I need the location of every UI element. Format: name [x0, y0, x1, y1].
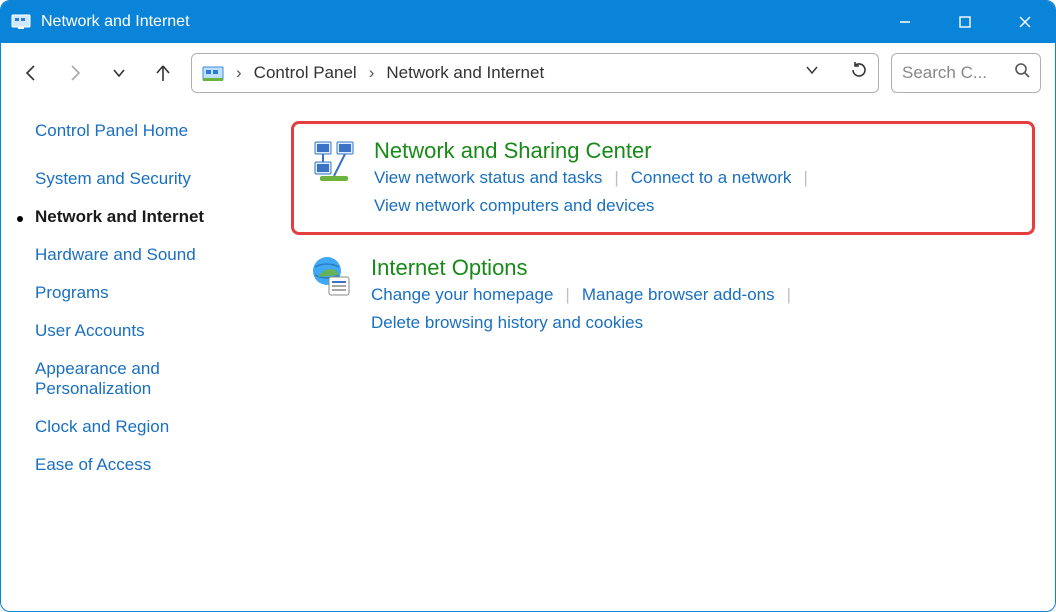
network-sharing-heading[interactable]: Network and Sharing Center — [374, 138, 1014, 164]
sidebar-item-system-security[interactable]: System and Security — [35, 169, 263, 189]
up-button[interactable] — [147, 57, 179, 89]
divider: | — [791, 168, 819, 188]
search-placeholder: Search C... — [902, 63, 1006, 83]
address-dropdown-icon[interactable] — [804, 62, 820, 83]
window-title: Network and Internet — [41, 13, 190, 31]
view-network-status-link[interactable]: View network status and tasks — [374, 168, 602, 188]
divider: | — [553, 285, 581, 305]
toolbar: › Control Panel › Network and Internet S… — [1, 43, 1055, 103]
divider: | — [602, 168, 630, 188]
sidebar-item-programs[interactable]: Programs — [35, 283, 263, 303]
minimize-button[interactable] — [875, 1, 935, 43]
chevron-right-icon: › — [365, 63, 379, 83]
change-homepage-link[interactable]: Change your homepage — [371, 285, 553, 305]
divider: | — [775, 285, 803, 305]
manage-addons-link[interactable]: Manage browser add-ons — [582, 285, 775, 305]
recent-dropdown[interactable] — [103, 57, 135, 89]
network-sharing-icon — [312, 138, 356, 182]
sidebar-item-appearance-personalization[interactable]: Appearance and Personalization — [35, 359, 263, 399]
internet-options-section: Internet Options Change your homepage | … — [291, 241, 1035, 349]
folder-icon — [202, 64, 224, 82]
sidebar-item-ease-of-access[interactable]: Ease of Access — [35, 455, 263, 475]
breadcrumb-control-panel[interactable]: Control Panel — [254, 63, 357, 83]
breadcrumb-network-internet[interactable]: Network and Internet — [386, 63, 544, 83]
back-button[interactable] — [15, 57, 47, 89]
forward-button[interactable] — [59, 57, 91, 89]
titlebar: Network and Internet — [1, 1, 1055, 43]
maximize-button[interactable] — [935, 1, 995, 43]
view-network-computers-link[interactable]: View network computers and devices — [374, 196, 654, 216]
sidebar-item-hardware-sound[interactable]: Hardware and Sound — [35, 245, 263, 265]
control-panel-home-link[interactable]: Control Panel Home — [35, 121, 263, 141]
main-pane: Network and Sharing Center View network … — [281, 121, 1055, 611]
internet-options-heading[interactable]: Internet Options — [371, 255, 1017, 281]
internet-options-icon — [309, 255, 353, 299]
refresh-button[interactable] — [850, 61, 868, 84]
sidebar-item-user-accounts[interactable]: User Accounts — [35, 321, 263, 341]
sidebar-item-clock-region[interactable]: Clock and Region — [35, 417, 263, 437]
network-sharing-section: Network and Sharing Center View network … — [291, 121, 1035, 235]
close-button[interactable] — [995, 1, 1055, 43]
sidebar-item-network-internet[interactable]: Network and Internet — [35, 207, 263, 227]
sidebar: Control Panel Home System and Security N… — [1, 121, 281, 611]
chevron-right-icon: › — [232, 63, 246, 83]
control-panel-window: Network and Internet › Contr — [0, 0, 1056, 612]
connect-network-link[interactable]: Connect to a network — [631, 168, 792, 188]
address-bar[interactable]: › Control Panel › Network and Internet — [191, 53, 879, 93]
search-box[interactable]: Search C... — [891, 53, 1041, 93]
app-icon — [11, 12, 31, 32]
search-icon — [1014, 62, 1030, 83]
delete-history-link[interactable]: Delete browsing history and cookies — [371, 313, 643, 333]
content-area: Control Panel Home System and Security N… — [1, 103, 1055, 611]
